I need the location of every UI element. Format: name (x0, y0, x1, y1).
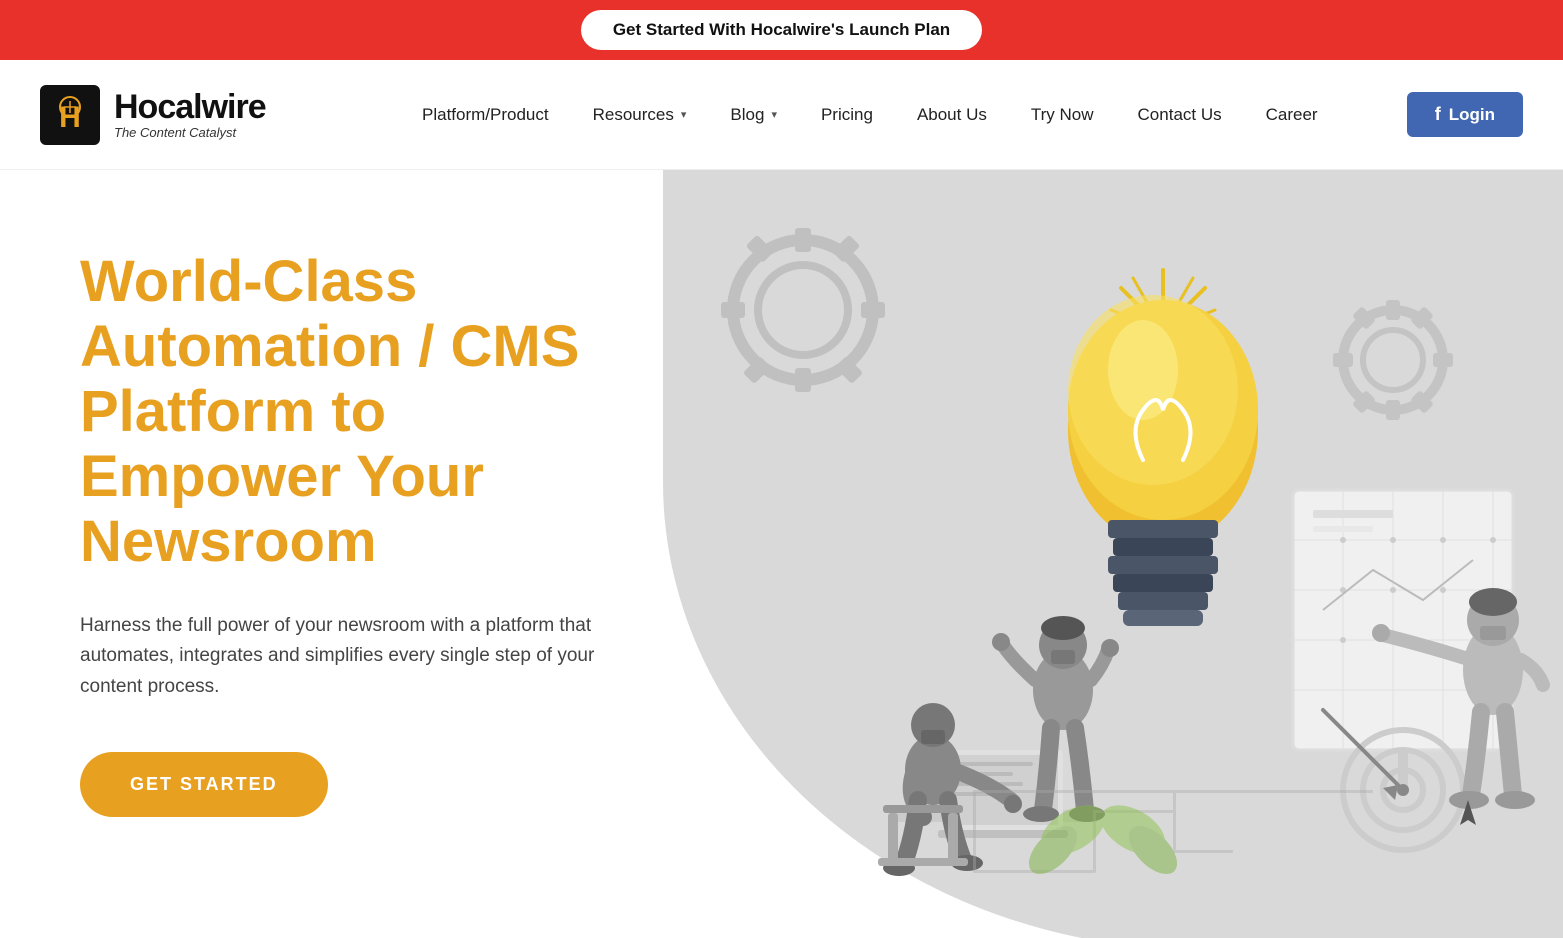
logo-tagline: The Content Catalyst (114, 126, 266, 140)
logo-icon: H (40, 85, 100, 145)
banner-text: Get Started With Hocalwire's Launch Plan (613, 20, 950, 39)
nav-item-pricing[interactable]: Pricing (799, 60, 895, 170)
banner-pill[interactable]: Get Started With Hocalwire's Launch Plan (581, 10, 982, 50)
login-button[interactable]: f Login (1407, 92, 1523, 137)
hero-content: World-Class Automation / CMS Platform to… (0, 170, 660, 877)
resources-chevron-icon: ▾ (681, 108, 687, 121)
logo-area: H Hocalwire The Content Catalyst (40, 85, 360, 145)
blog-chevron-icon: ▾ (771, 108, 777, 121)
header: H Hocalwire The Content Catalyst Platfor… (0, 60, 1563, 170)
nav-item-trynow[interactable]: Try Now (1009, 60, 1116, 170)
hero-svg (673, 210, 1553, 938)
nav-item-contact[interactable]: Contact Us (1116, 60, 1244, 170)
hero-section: World-Class Automation / CMS Platform to… (0, 170, 1563, 938)
facebook-icon: f (1435, 104, 1441, 125)
nav-item-about[interactable]: About Us (895, 60, 1009, 170)
nav-item-resources[interactable]: Resources ▾ (571, 60, 709, 170)
nav-item-blog[interactable]: Blog ▾ (708, 60, 799, 170)
hero-illustration (663, 170, 1563, 938)
logo-text-block: Hocalwire The Content Catalyst (114, 89, 266, 141)
nav-item-career[interactable]: Career (1244, 60, 1340, 170)
hero-subtitle: Harness the full power of your newsroom … (80, 611, 660, 702)
nav-item-platform[interactable]: Platform/Product (400, 60, 571, 170)
get-started-button[interactable]: GET STARTED (80, 752, 328, 817)
top-banner: Get Started With Hocalwire's Launch Plan (0, 0, 1563, 60)
login-label: Login (1449, 105, 1495, 125)
logo-name: Hocalwire (114, 89, 266, 126)
main-nav: Platform/Product Resources ▾ Blog ▾ Pric… (360, 60, 1387, 170)
hero-title: World-Class Automation / CMS Platform to… (80, 250, 660, 575)
